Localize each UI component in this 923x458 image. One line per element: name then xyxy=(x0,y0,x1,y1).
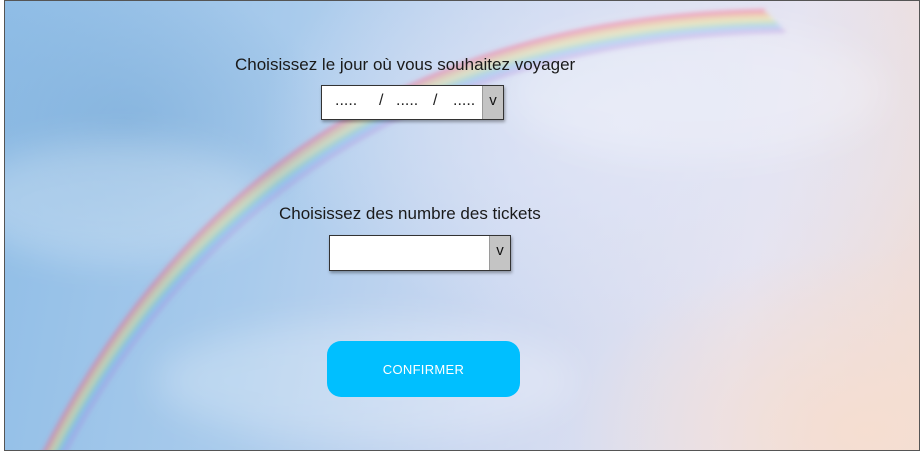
tickets-count-select[interactable]: v xyxy=(329,235,511,271)
tickets-count-label: Choisissez des numbre des tickets xyxy=(279,204,541,223)
year-field[interactable]: ..... xyxy=(453,92,475,110)
month-field[interactable]: ..... xyxy=(396,92,418,110)
travel-date-label: Choisissez le jour où vous souhaitez voy… xyxy=(235,55,576,74)
dropdown-arrow-icon[interactable]: v xyxy=(489,236,510,270)
date-separator: / xyxy=(379,92,384,109)
date-separator: / xyxy=(433,92,438,109)
confirm-button[interactable]: CONFIRMER xyxy=(327,341,520,397)
travel-date-select[interactable]: ..... / ..... / ..... v xyxy=(321,85,504,120)
day-field[interactable]: ..... xyxy=(335,92,357,110)
dropdown-arrow-icon[interactable]: v xyxy=(482,86,503,119)
rainbow-sky-background: Choisissez le jour où vous souhaitez voy… xyxy=(4,0,920,451)
